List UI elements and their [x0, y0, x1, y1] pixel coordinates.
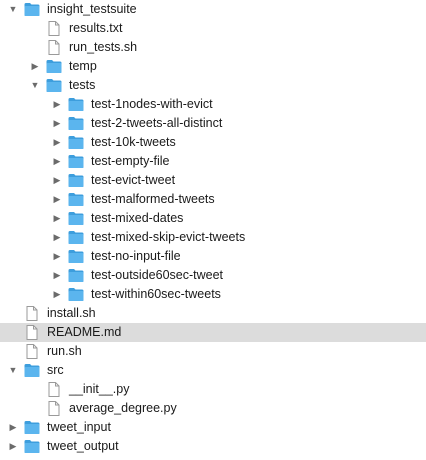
disclosure-triangle-right-icon[interactable]: ▶: [7, 418, 19, 437]
folder-row-test-malformed-tweets[interactable]: ▶ test-malformed-tweets: [0, 190, 426, 209]
disclosure-triangle-right-icon[interactable]: ▶: [51, 171, 63, 190]
document-icon: [24, 325, 40, 340]
folder-icon: [46, 59, 62, 74]
folder-row-tweet-input[interactable]: ▶ tweet_input: [0, 418, 426, 437]
folder-icon: [24, 363, 40, 378]
disclosure-triangle-right-icon[interactable]: ▶: [29, 57, 41, 76]
disclosure-triangle-right-icon[interactable]: ▶: [51, 190, 63, 209]
item-label: run.sh: [47, 344, 82, 358]
folder-icon: [24, 2, 40, 17]
folder-icon: [68, 192, 84, 207]
item-label: test-mixed-skip-evict-tweets: [91, 230, 246, 244]
item-label: install.sh: [47, 306, 96, 320]
item-label: test-outside60sec-tweet: [91, 268, 224, 282]
file-row-run-tests-sh[interactable]: run_tests.sh: [0, 38, 426, 57]
document-icon: [24, 306, 40, 321]
folder-row-test-10k-tweets[interactable]: ▶ test-10k-tweets: [0, 133, 426, 152]
folder-row-test-within60sec-tweets[interactable]: ▶ test-within60sec-tweets: [0, 285, 426, 304]
item-label: insight_testsuite: [47, 2, 137, 16]
folder-row-test-empty-file[interactable]: ▶ test-empty-file: [0, 152, 426, 171]
file-row-average-degree-py[interactable]: average_degree.py: [0, 399, 426, 418]
item-label: test-10k-tweets: [91, 135, 176, 149]
item-label: average_degree.py: [69, 401, 177, 415]
disclosure-triangle-right-icon[interactable]: ▶: [51, 209, 63, 228]
folder-icon: [68, 249, 84, 264]
folder-icon: [24, 439, 40, 454]
disclosure-triangle-right-icon[interactable]: ▶: [51, 247, 63, 266]
file-row-install-sh[interactable]: install.sh: [0, 304, 426, 323]
item-label: run_tests.sh: [69, 40, 138, 54]
item-label: test-mixed-dates: [91, 211, 184, 225]
folder-row-insight-testsuite[interactable]: ▼ insight_testsuite: [0, 0, 426, 19]
folder-icon: [68, 173, 84, 188]
disclosure-triangle-right-icon[interactable]: ▶: [51, 266, 63, 285]
file-tree: ▼ insight_testsuite results.txt run_tests.s…: [0, 0, 426, 460]
item-label: tweet_input: [47, 420, 111, 434]
disclosure-triangle-right-icon[interactable]: ▶: [51, 95, 63, 114]
document-icon: [46, 40, 62, 55]
folder-row-tweet-output[interactable]: ▶ tweet_output: [0, 437, 426, 456]
disclosure-triangle-down-icon[interactable]: ▼: [7, 361, 19, 380]
disclosure-triangle-right-icon[interactable]: ▶: [51, 133, 63, 152]
folder-icon: [68, 230, 84, 245]
disclosure-triangle-right-icon[interactable]: ▶: [51, 152, 63, 171]
document-icon: [24, 344, 40, 359]
folder-icon: [68, 97, 84, 112]
file-row-init-py[interactable]: __init__.py: [0, 380, 426, 399]
item-label: test-1nodes-with-evict: [91, 97, 213, 111]
item-label: src: [47, 363, 64, 377]
item-label: tests: [69, 78, 96, 92]
folder-row-test-outside60sec-tweet[interactable]: ▶ test-outside60sec-tweet: [0, 266, 426, 285]
disclosure-triangle-down-icon[interactable]: ▼: [7, 0, 19, 19]
disclosure-triangle-right-icon[interactable]: ▶: [51, 285, 63, 304]
folder-icon: [68, 287, 84, 302]
folder-row-test-2-tweets-all-distinct[interactable]: ▶ test-2-tweets-all-distinct: [0, 114, 426, 133]
disclosure-triangle-down-icon[interactable]: ▼: [29, 76, 41, 95]
item-label: test-within60sec-tweets: [91, 287, 221, 301]
item-label: test-evict-tweet: [91, 173, 176, 187]
document-icon: [46, 382, 62, 397]
item-label: test-no-input-file: [91, 249, 181, 263]
item-label: __init__.py: [69, 382, 130, 396]
item-label: README.md: [47, 325, 122, 339]
item-label: temp: [69, 59, 97, 73]
folder-row-src[interactable]: ▼ src: [0, 361, 426, 380]
folder-icon: [68, 116, 84, 131]
folder-row-test-mixed-skip-evict-tweets[interactable]: ▶ test-mixed-skip-evict-tweets: [0, 228, 426, 247]
item-label: test-2-tweets-all-distinct: [91, 116, 223, 130]
folder-icon: [68, 211, 84, 226]
item-label: tweet_output: [47, 439, 119, 453]
document-icon: [46, 401, 62, 416]
item-label: test-empty-file: [91, 154, 170, 168]
folder-icon: [24, 420, 40, 435]
disclosure-triangle-right-icon[interactable]: ▶: [51, 228, 63, 247]
folder-icon: [46, 78, 62, 93]
file-row-run-sh[interactable]: run.sh: [0, 342, 426, 361]
folder-row-tests[interactable]: ▼ tests: [0, 76, 426, 95]
folder-row-test-no-input-file[interactable]: ▶ test-no-input-file: [0, 247, 426, 266]
file-row-readme-md[interactable]: README.md: [0, 323, 426, 342]
file-row-results-txt[interactable]: results.txt: [0, 19, 426, 38]
folder-row-test-1nodes-with-evict[interactable]: ▶ test-1nodes-with-evict: [0, 95, 426, 114]
document-icon: [46, 21, 62, 36]
disclosure-triangle-right-icon[interactable]: ▶: [7, 437, 19, 456]
folder-icon: [68, 154, 84, 169]
folder-row-temp[interactable]: ▶ temp: [0, 57, 426, 76]
item-label: results.txt: [69, 21, 123, 35]
folder-icon: [68, 135, 84, 150]
folder-row-test-evict-tweet[interactable]: ▶ test-evict-tweet: [0, 171, 426, 190]
item-label: test-malformed-tweets: [91, 192, 215, 206]
folder-row-test-mixed-dates[interactable]: ▶ test-mixed-dates: [0, 209, 426, 228]
disclosure-triangle-right-icon[interactable]: ▶: [51, 114, 63, 133]
folder-icon: [68, 268, 84, 283]
